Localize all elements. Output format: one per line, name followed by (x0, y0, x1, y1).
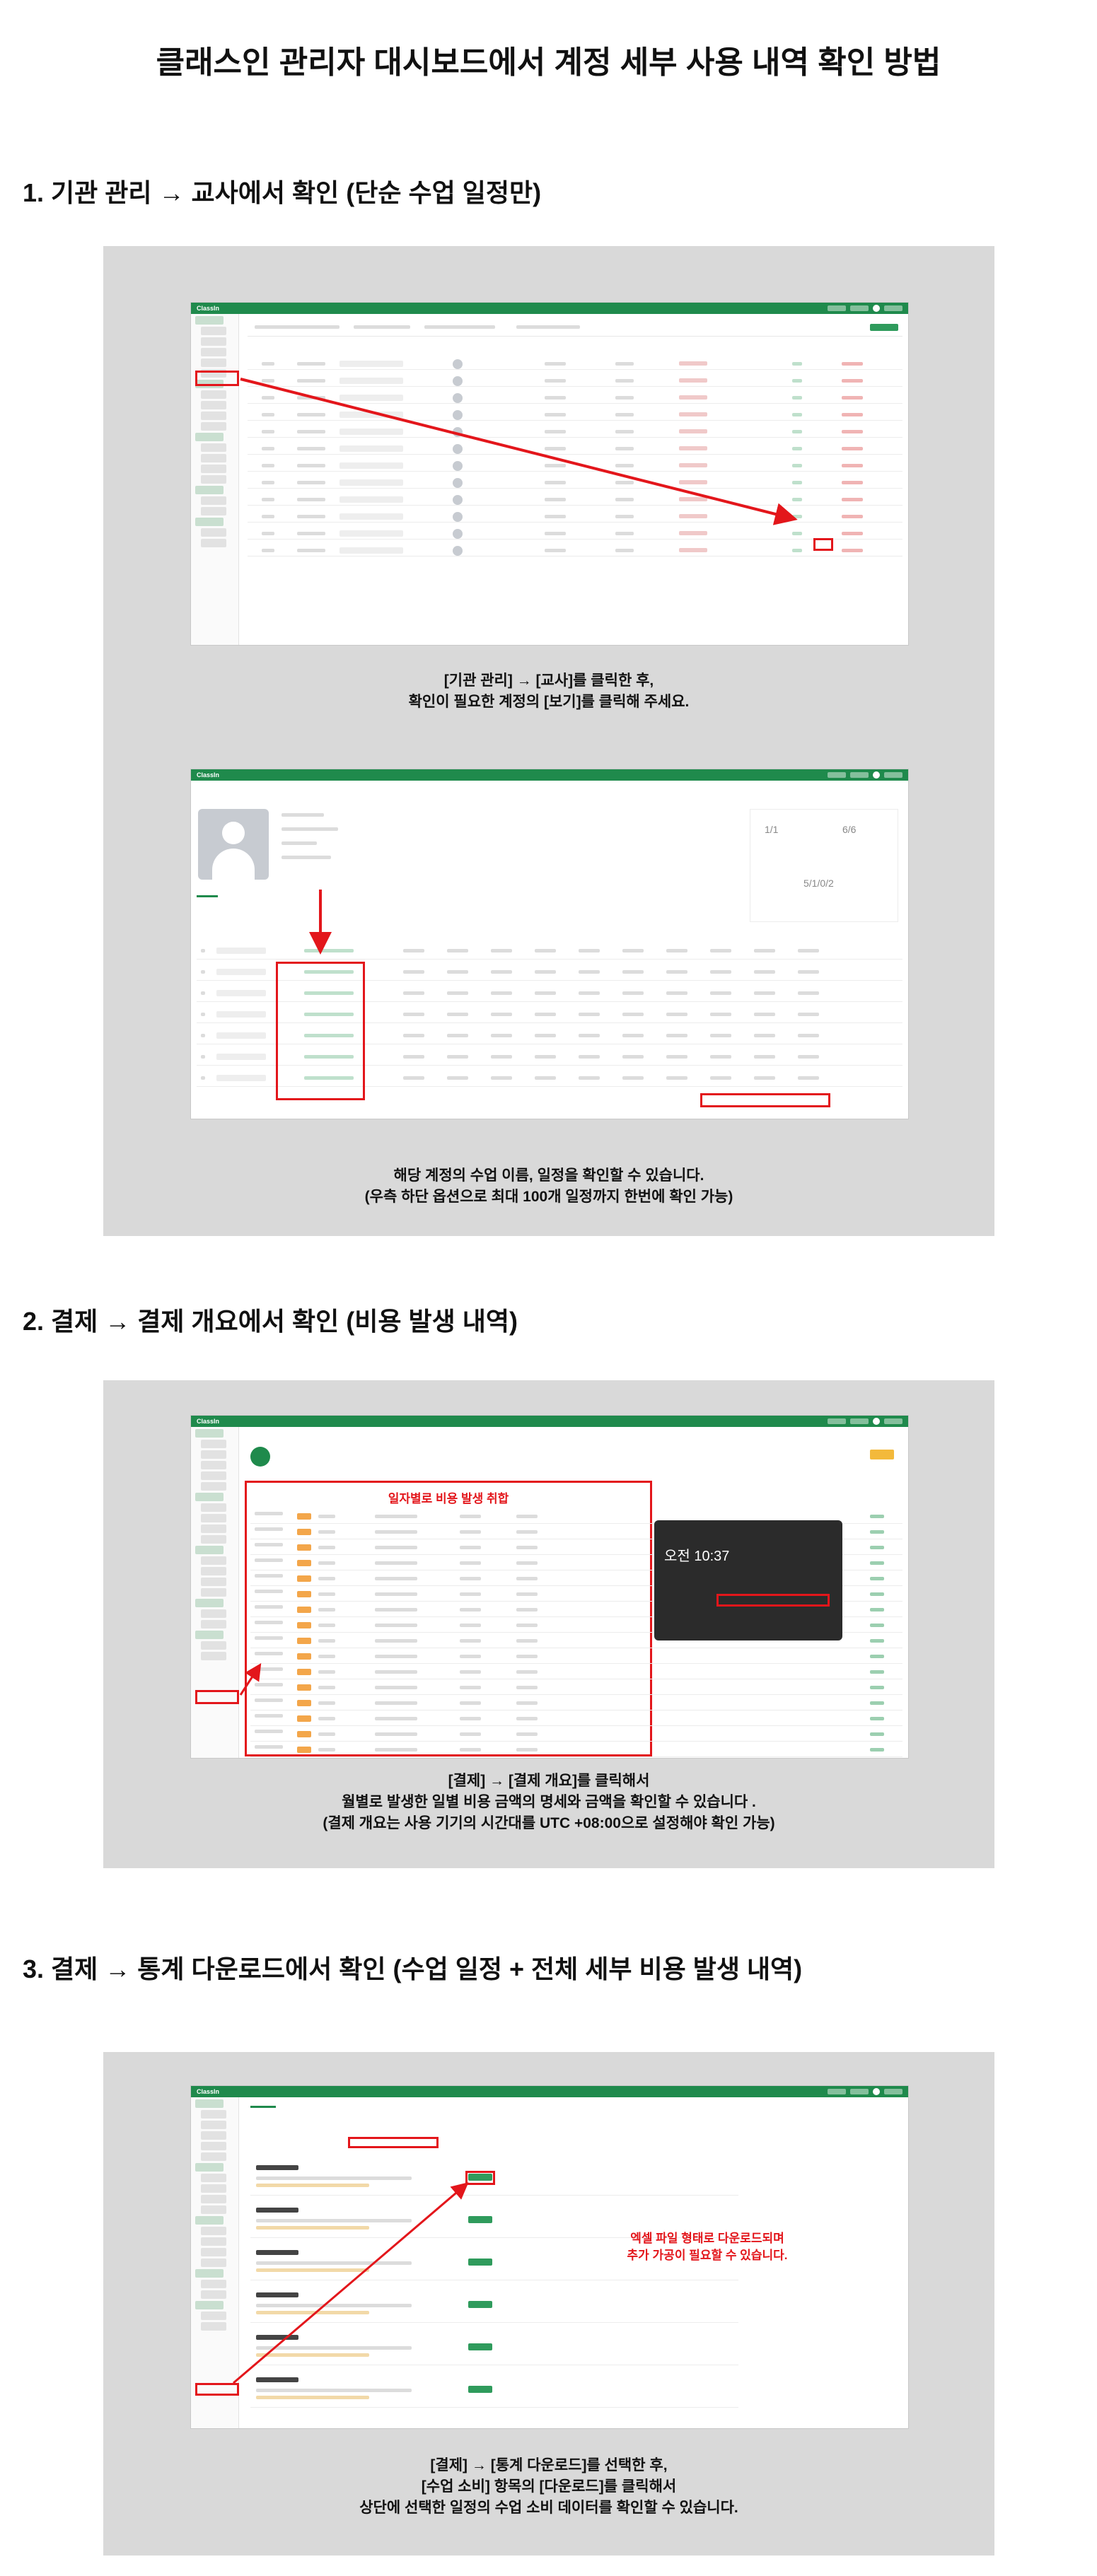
red-arrow (239, 1662, 262, 1696)
caption-line: 확인이 필요한 계정의 [보기]를 클릭해 주세요. (408, 694, 690, 710)
caption-line: [결제] → [결제 개요]를 클릭해서 (448, 1773, 650, 1789)
teacher-list-screenshot: ClassIn (191, 303, 908, 645)
billing-overview-screenshot: ClassIn 일자별로 비용 발생 취합 오전 10:37 (191, 1416, 908, 1758)
caption-line: (우측 하단 옵션으로 최대 100개 일정까지 한번에 확인 가능) (364, 1189, 733, 1205)
caption-line: [결제] → [통계 다운로드]를 선택한 후, (430, 2457, 668, 2473)
red-down-arrow (309, 890, 332, 955)
caption-line: 해당 계정의 수업 이름, 일정을 확인할 수 있습니다. (393, 1167, 704, 1184)
caption-1b: 해당 계정의 수업 이름, 일정을 확인할 수 있습니다. (우측 하단 옵션으… (103, 1165, 994, 1208)
section-1-heading: 1. 기관 관리 → 교사에서 확인 (단순 수업 일정만) (23, 178, 542, 207)
caption-1a: [기관 관리] → [교사]를 클릭한 후, 확인이 필요한 계정의 [보기]를… (103, 670, 994, 713)
section-3-panel: ClassIn 엑셀 파일 형태로 다운로드되며 추가 가공이 필요할 수 있습… (103, 2052, 994, 2555)
page-title: 클래스인 관리자 대시보드에서 계정 세부 사용 내역 확인 방법 (156, 45, 941, 80)
section-2-heading: 2. 결제 → 결제 개요에서 확인 (비용 발생 내역) (23, 1307, 518, 1336)
caption-line: [기관 관리] → [교사]를 클릭한 후, (443, 672, 654, 689)
section-2-panel: ClassIn 일자별로 비용 발생 취합 오전 10:37 [결제] → [결… (103, 1380, 994, 1868)
caption-line: 상단에 선택한 일정의 수업 소비 데이터를 확인할 수 있습니다. (359, 2500, 738, 2516)
stats-download-screenshot: ClassIn 엑셀 파일 형태로 다운로드되며 추가 가공이 필요할 수 있습… (191, 2086, 908, 2428)
red-arrow (233, 2182, 469, 2384)
teacher-detail-screenshot: ClassIn 1/1 6/6 5/1/0/2 (191, 769, 908, 1119)
caption-line: 월별로 발생한 일별 비용 금액의 명세와 금액을 확인할 수 있습니다 . (342, 1794, 756, 1810)
caption-line: (결제 개요는 사용 기기의 시간대를 UTC +08:00으로 설정해야 확인… (323, 1815, 775, 1831)
caption-line: [수업 소비] 항목의 [다운로드]를 클릭해서 (421, 2478, 677, 2495)
caption-3: [결제] → [통계 다운로드]를 선택한 후, [수업 소비] 항목의 [다운… (103, 2455, 994, 2519)
caption-2: [결제] → [결제 개요]를 클릭해서 월별로 발생한 일별 비용 금액의 명… (103, 1771, 994, 1834)
red-arrow (240, 378, 798, 525)
section-1-panel: ClassIn [기관 관리] → [교사]를 클릭한 후, 확인이 필요한 계… (103, 246, 994, 1236)
section-3-heading: 3. 결제 → 통계 다운로드에서 확인 (수업 일정 + 전체 세부 비용 발… (23, 1954, 803, 1983)
